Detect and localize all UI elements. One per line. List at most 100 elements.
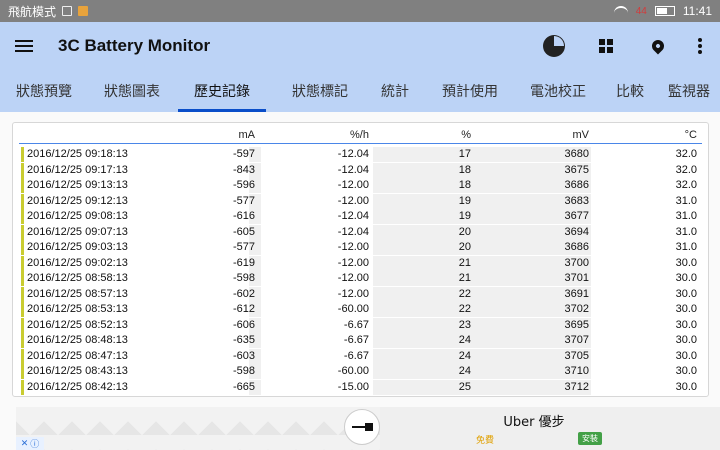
cell-ma: -635: [232, 334, 255, 346]
cell-rate: -15.00: [337, 380, 369, 393]
pie-chart-button[interactable]: [528, 22, 580, 70]
location-button[interactable]: [632, 22, 684, 70]
table-row[interactable]: 2016/12/25 08:53:13 -612 -60.00 22 3702 30.0: [13, 302, 710, 318]
cell-mv: 3683: [564, 194, 589, 207]
row-marker: [21, 193, 24, 209]
cell-time: 2016/12/25 08:52:13: [27, 318, 128, 331]
table-row[interactable]: 2016/12/25 09:07:13 -605 -12.04 20 3694 31.0: [13, 224, 710, 241]
table-row[interactable]: 2016/12/25 08:52:13 -606 -6.67 23 3695 30.0: [13, 317, 710, 334]
table-row[interactable]: 2016/12/25 08:58:13 -598 -12.00 21 3701 30.0: [13, 271, 710, 287]
grid-icon: [599, 39, 613, 53]
ad-play-icon[interactable]: [344, 409, 380, 445]
cell-rate: -60.00: [337, 303, 369, 315]
cell-temp: 30.0: [675, 303, 697, 315]
table-row[interactable]: 2016/12/25 08:43:13 -598 -60.00 24 3710 30.0: [13, 364, 710, 380]
cell-time: 2016/12/25 09:17:13: [27, 163, 128, 176]
ad-image[interactable]: ✕ ⓘ: [16, 407, 380, 450]
tab-label: 預計使用: [442, 84, 498, 100]
table-row[interactable]: 2016/12/25 09:12:13 -577 -12.00 19 3683 31.0: [13, 193, 710, 210]
col-header-percent: %: [461, 129, 471, 141]
cell-percent: 17: [458, 148, 471, 160]
tab-status-markers[interactable]: 狀態標記: [276, 70, 364, 112]
tab-label: 比較: [616, 84, 644, 100]
cell-mv: 3710: [564, 365, 589, 377]
tab-statistics[interactable]: 統計: [364, 70, 426, 112]
tab-compare[interactable]: 比較: [602, 70, 658, 112]
cell-temp: 30.0: [675, 272, 697, 284]
ad-install-button[interactable]: 安裝: [578, 432, 602, 445]
cell-rate: -12.00: [337, 256, 369, 269]
cell-time: 2016/12/25 08:43:13: [27, 365, 128, 377]
row-marker: [21, 147, 24, 162]
table-row[interactable]: 2016/12/25 09:17:13 -843 -12.04 18 3675 32.0: [13, 162, 710, 179]
tab-monitor[interactable]: 監視器: [658, 70, 720, 112]
cell-temp: 30.0: [675, 287, 697, 300]
cell-ma: -577: [232, 194, 255, 207]
table-row[interactable]: 2016/12/25 08:48:13 -635 -6.67 24 3707 30.0: [13, 333, 710, 349]
table-row[interactable]: 2016/12/25 08:57:13 -602 -12.00 22 3691 30.0: [13, 286, 710, 303]
cell-ma: -598: [232, 365, 255, 377]
overflow-menu-button[interactable]: [684, 22, 716, 70]
table-row[interactable]: 2016/12/25 08:42:13 -665 -15.00 25 3712 30.0: [13, 379, 710, 396]
cell-percent: 20: [458, 241, 471, 253]
cell-rate: -12.00: [337, 194, 369, 207]
tab-status-overview[interactable]: 狀態預覽: [0, 70, 88, 112]
cell-ma: -665: [232, 380, 255, 393]
row-marker: [21, 209, 24, 224]
table-row[interactable]: 2016/12/25 09:08:13 -616 -12.04 19 3677 31.0: [13, 209, 710, 225]
cell-mv: 3686: [564, 179, 589, 191]
row-marker: [21, 333, 24, 348]
cell-rate: -12.00: [337, 179, 369, 191]
table-row[interactable]: 2016/12/25 09:18:13 -597 -12.04 17 3680 32.0: [13, 147, 710, 163]
cell-temp: 30.0: [675, 380, 697, 393]
cell-mv: 3680: [564, 148, 589, 160]
cell-time: 2016/12/25 09:02:13: [27, 256, 128, 269]
cell-percent: 18: [458, 179, 471, 191]
tab-battery-calibration[interactable]: 電池校正: [514, 70, 602, 112]
cell-percent: 21: [458, 256, 471, 269]
cell-percent: 24: [458, 349, 471, 362]
col-header-mv: mV: [572, 129, 590, 141]
location-pin-icon: [649, 37, 667, 55]
cell-ma: -605: [232, 225, 255, 238]
cell-percent: 24: [458, 365, 471, 377]
cell-temp: 31.0: [675, 194, 697, 207]
hamburger-icon: [15, 40, 33, 52]
col-header-rate: %/h: [350, 129, 369, 141]
tab-label: 狀態標記: [292, 84, 348, 100]
ad-content[interactable]: Uber 優步 免費 安裝: [380, 407, 720, 450]
col-header-ma: mA: [238, 129, 256, 141]
cell-rate: -12.00: [337, 287, 369, 300]
history-table[interactable]: mA %/h % mV °C 2016/12/25 09:18:13 -597 -1…: [12, 122, 709, 397]
status-bar: 飛航模式 44 11:41: [0, 0, 720, 22]
cell-rate: -12.04: [337, 225, 369, 238]
cell-mv: 3701: [564, 272, 589, 284]
cell-percent: 19: [458, 194, 471, 207]
tab-status-chart[interactable]: 狀態圖表: [88, 70, 176, 112]
adchoices-icon[interactable]: ✕ ⓘ: [16, 437, 44, 450]
table-row[interactable]: 2016/12/25 09:03:13 -577 -12.00 20 3686 31.0: [13, 240, 710, 256]
row-marker: [21, 317, 24, 333]
table-row[interactable]: 2016/12/25 09:13:13 -596 -12.00 18 3686 32.0: [13, 178, 710, 194]
tab-label: 狀態預覽: [16, 84, 72, 100]
cell-mv: 3695: [564, 318, 589, 331]
cell-rate: -12.00: [337, 272, 369, 284]
row-marker: [21, 348, 24, 364]
table-row[interactable]: 2016/12/25 09:02:13 -619 -12.00 21 3700 30.0: [13, 255, 710, 272]
widgets-button[interactable]: [580, 22, 632, 70]
tab-estimated-usage[interactable]: 預計使用: [426, 70, 514, 112]
cell-mv: 3677: [564, 210, 589, 222]
cell-ma: -596: [232, 179, 255, 191]
row-marker: [21, 224, 24, 240]
tab-history[interactable]: 歷史記錄: [178, 70, 266, 112]
cell-percent: 25: [458, 380, 471, 393]
cell-time: 2016/12/25 08:57:13: [27, 287, 128, 300]
row-marker: [21, 379, 24, 395]
table-row[interactable]: 2016/12/25 08:47:13 -603 -6.67 24 3705 30.0: [13, 348, 710, 365]
menu-button[interactable]: [0, 22, 48, 70]
ad-banner[interactable]: ✕ ⓘ Uber 優步 免費 安裝: [16, 407, 720, 450]
cell-mv: 3702: [564, 303, 589, 315]
row-marker: [21, 364, 24, 379]
cell-temp: 32.0: [675, 163, 697, 176]
row-marker: [21, 286, 24, 302]
